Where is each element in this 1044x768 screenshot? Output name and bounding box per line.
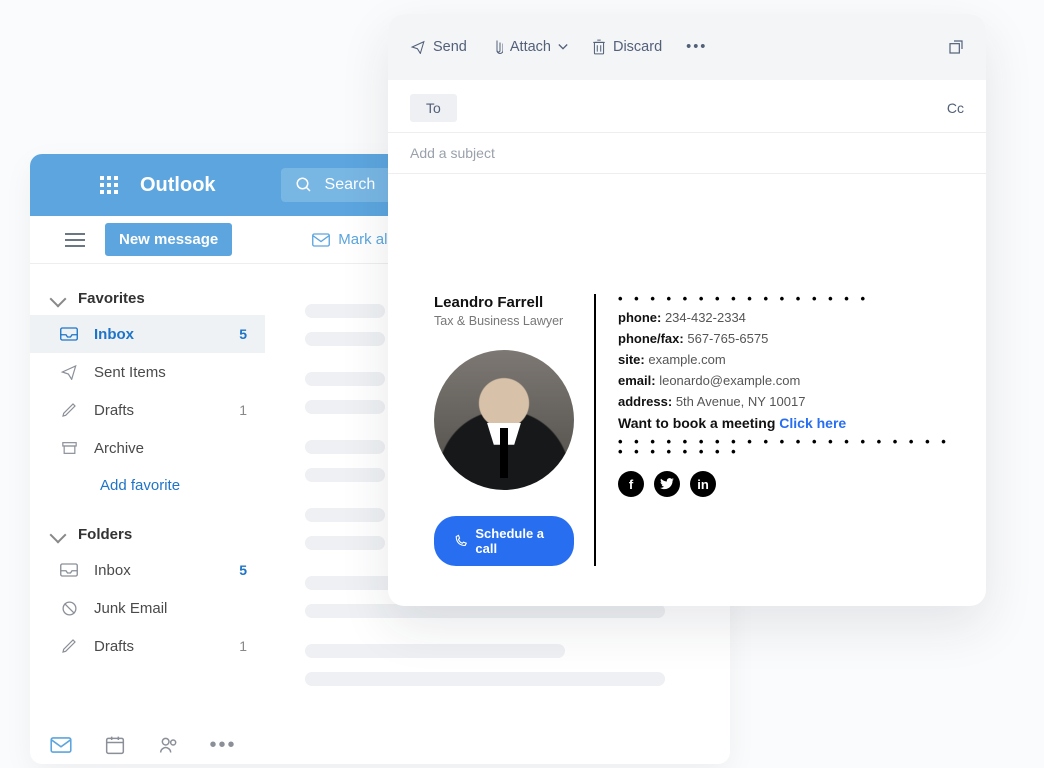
sidebar-item-label: Junk Email [94,600,247,617]
favorites-section-header[interactable]: Favorites [30,282,265,315]
to-field-row[interactable]: To Cc [388,80,986,133]
sidebar-item-inbox[interactable]: Inbox 5 [30,315,265,353]
send-icon [60,363,78,381]
sidebar-folder-drafts[interactable]: Drafts 1 [30,627,265,665]
inbox-icon [60,325,78,343]
avatar [434,350,574,490]
people-app-icon[interactable] [156,734,182,756]
social-icons: f in [618,471,956,497]
skeleton-line [305,508,385,522]
cc-button[interactable]: Cc [947,100,964,116]
sidebar-item-label: Drafts [94,402,223,419]
inbox-icon [60,561,78,579]
attach-button[interactable]: Attach [491,38,568,56]
sidebar-item-sent[interactable]: Sent Items [30,353,265,391]
popout-button[interactable] [948,39,964,55]
sidebar-item-count: 1 [239,402,247,418]
pencil-icon [60,637,78,655]
linkedin-icon[interactable]: in [690,471,716,497]
search-icon [295,176,313,194]
blocked-icon [60,599,78,617]
signature-site: site: example.com [618,352,956,367]
discard-label: Discard [613,39,662,55]
signature-address: address: 5th Avenue, NY 10017 [618,394,956,409]
signature-name: Leandro Farrell [434,294,574,311]
attach-label: Attach [510,39,551,55]
chevron-down-icon [50,526,67,543]
schedule-call-button[interactable]: Schedule a call [434,516,574,566]
sidebar-item-count: 5 [239,326,247,342]
envelope-icon [312,233,330,247]
app-title: Outlook [140,174,216,197]
sidebar-folder-junk[interactable]: Junk Email [30,589,265,627]
sidebar-item-label: Inbox [94,326,223,343]
skeleton-line [305,332,385,346]
sidebar-folder-inbox[interactable]: Inbox 5 [30,551,265,589]
sidebar-item-label: Sent Items [94,364,247,381]
folders-section-header[interactable]: Folders [30,518,265,551]
meeting-text: Want to book a meeting [618,415,775,431]
search-placeholder: Search [325,176,376,194]
sidebar-item-count: 1 [239,638,247,654]
email-signature: Leandro Farrell Tax & Business Lawyer Sc… [434,294,956,566]
skeleton-line [305,440,385,454]
compose-window: Send Attach Discard ••• To Cc Add a subj… [388,14,986,606]
more-actions-button[interactable]: ••• [686,39,707,55]
app-launcher-icon[interactable] [100,176,118,194]
sidebar: Favorites Inbox 5 Sent Items Drafts [30,264,265,764]
favorites-label: Favorites [78,290,145,307]
mail-app-icon[interactable] [48,734,74,756]
skeleton-line [305,644,565,658]
meeting-link[interactable]: Click here [779,415,846,431]
skeleton-line [305,304,385,318]
skeleton-line [305,604,665,618]
compose-toolbar: Send Attach Discard ••• [388,14,986,80]
sidebar-item-drafts[interactable]: Drafts 1 [30,391,265,429]
sidebar-item-label: Inbox [94,562,223,579]
add-favorite-button[interactable]: Add favorite [30,467,265,504]
new-message-button[interactable]: New message [105,223,232,256]
subject-input[interactable]: Add a subject [388,133,986,174]
folders-label: Folders [78,526,132,543]
sidebar-item-label: Archive [94,440,247,457]
signature-phone: phone: 234-432-2334 [618,310,956,325]
send-button[interactable]: Send [410,39,467,55]
app-switcher: ••• [48,734,236,756]
twitter-icon[interactable] [654,471,680,497]
divider-dots: • • • • • • • • • • • • • • • • [618,294,956,304]
signature-meeting: Want to book a meeting Click here [618,415,956,431]
chevron-down-icon [50,290,67,307]
skeleton-line [305,400,385,414]
divider-dots: • • • • • • • • • • • • • • • • • • • • … [618,437,956,457]
discard-button[interactable]: Discard [592,39,662,55]
more-apps-icon[interactable]: ••• [210,734,236,756]
facebook-icon[interactable]: f [618,471,644,497]
skeleton-line [305,672,665,686]
send-label: Send [433,39,467,55]
chevron-down-icon [558,43,568,51]
sidebar-item-label: Drafts [94,638,223,655]
to-chip[interactable]: To [410,94,457,122]
signature-fax: phone/fax: 567-765-6575 [618,331,956,346]
add-favorite-label: Add favorite [100,477,180,494]
skeleton-line [305,468,385,482]
pencil-icon [60,401,78,419]
schedule-call-label: Schedule a call [475,526,554,556]
signature-role: Tax & Business Lawyer [434,314,574,328]
calendar-app-icon[interactable] [102,734,128,756]
skeleton-line [305,536,385,550]
signature-email: email: leonardo@example.com [618,373,956,388]
sidebar-item-archive[interactable]: Archive [30,429,265,467]
hamburger-icon[interactable] [65,233,85,247]
phone-icon [454,533,467,549]
skeleton-line [305,372,385,386]
archive-icon [60,439,78,457]
sidebar-item-count: 5 [239,562,247,578]
